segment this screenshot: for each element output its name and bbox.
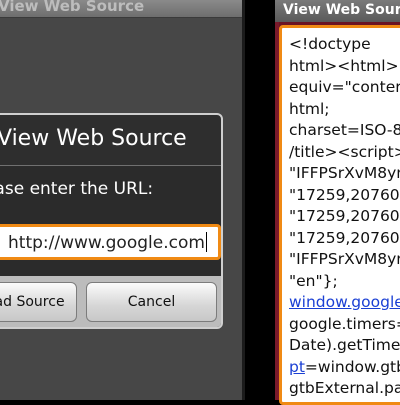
source-line: <!doctype [289, 34, 400, 56]
source-line-text: /title><script> [289, 143, 400, 161]
left-title-bar: View Web Source [0, 0, 242, 18]
source-line: window.google [289, 292, 400, 314]
source-line-text: Date).getTime [289, 336, 400, 354]
source-line: "17259,20760, [289, 185, 400, 207]
source-line: external&&wi [289, 400, 400, 405]
source-line: /title><script> [289, 142, 400, 164]
dialog-message: Please enter the URL: [0, 179, 156, 199]
source-lines: <!doctype html><html>< equiv="conter html; c… [289, 34, 400, 405]
source-line-text: html; [289, 100, 330, 118]
dialog-message-text: Please enter the URL: [0, 179, 153, 199]
source-line: "17259,20760, [289, 228, 400, 250]
source-line-text: gtbExternal.pa [289, 379, 400, 397]
load-source-button[interactable]: Load Source [0, 282, 77, 322]
source-text-area[interactable]: <!doctype html><html>< equiv="conter html; c… [279, 25, 400, 405]
right-title-text: View Web Source [283, 2, 400, 18]
source-line-text: equiv="conter [289, 78, 400, 96]
dialog-title: View Web Source [0, 126, 187, 151]
source-line-text: "IFFPSrXvM8yr [289, 250, 400, 268]
source-line-text: charset=ISO-8 [289, 121, 400, 139]
text-cursor [206, 232, 207, 252]
dialog-content: Please enter the URL: http://www.google.… [0, 166, 221, 276]
cancel-button[interactable]: Cancel [86, 282, 217, 322]
source-line-text: "17259,20760, [289, 229, 400, 247]
left-title-text: View Web Source [0, 0, 144, 15]
source-line-text: =window.gtb [305, 358, 400, 376]
source-line: gtbExternal.pa [289, 378, 400, 400]
source-line: pt=window.gtb [289, 357, 400, 379]
source-link[interactable]: window.google [289, 293, 400, 311]
source-link[interactable]: pt [289, 358, 305, 376]
source-line-text: "IFFPSrXvM8yr [289, 164, 400, 182]
source-line: Date).getTime [289, 335, 400, 357]
source-line-text: external&&wi [289, 401, 394, 405]
source-line-text: google.timers= [289, 315, 400, 333]
right-app-screen: View Web Source <!doctype html><html>< equ… [275, 0, 400, 400]
source-line: "IFFPSrXvM8yr [289, 163, 400, 185]
dialog-button-bar: Load Source Cancel [0, 276, 221, 329]
url-input[interactable]: http://www.google.com [0, 224, 221, 260]
source-line: google.timers= [289, 314, 400, 336]
source-line-text: "17259,20760, [289, 207, 400, 225]
url-dialog: View Web Source Please enter the URL: ht… [0, 113, 223, 329]
source-line: html><html>< [289, 56, 400, 78]
right-title-bar: View Web Source [275, 0, 400, 22]
left-app-screen: View Web Source View Web Source Please e… [0, 0, 242, 400]
source-line: "17259,20760, [289, 206, 400, 228]
source-line-text: <!doctype [289, 35, 371, 53]
source-line: equiv="conter [289, 77, 400, 99]
source-line-text: "en"}; [289, 272, 338, 290]
source-line: "en"}; [289, 271, 400, 293]
source-line: "IFFPSrXvM8yr [289, 249, 400, 271]
source-line: charset=ISO-8 [289, 120, 400, 142]
source-line: html; [289, 99, 400, 121]
screen-gap [245, 0, 275, 400]
source-line-text: html><html>< [289, 57, 400, 75]
url-input-value: http://www.google.com [8, 232, 207, 253]
url-input-text: http://www.google.com [8, 233, 205, 253]
source-line-text: "17259,20760, [289, 186, 400, 204]
